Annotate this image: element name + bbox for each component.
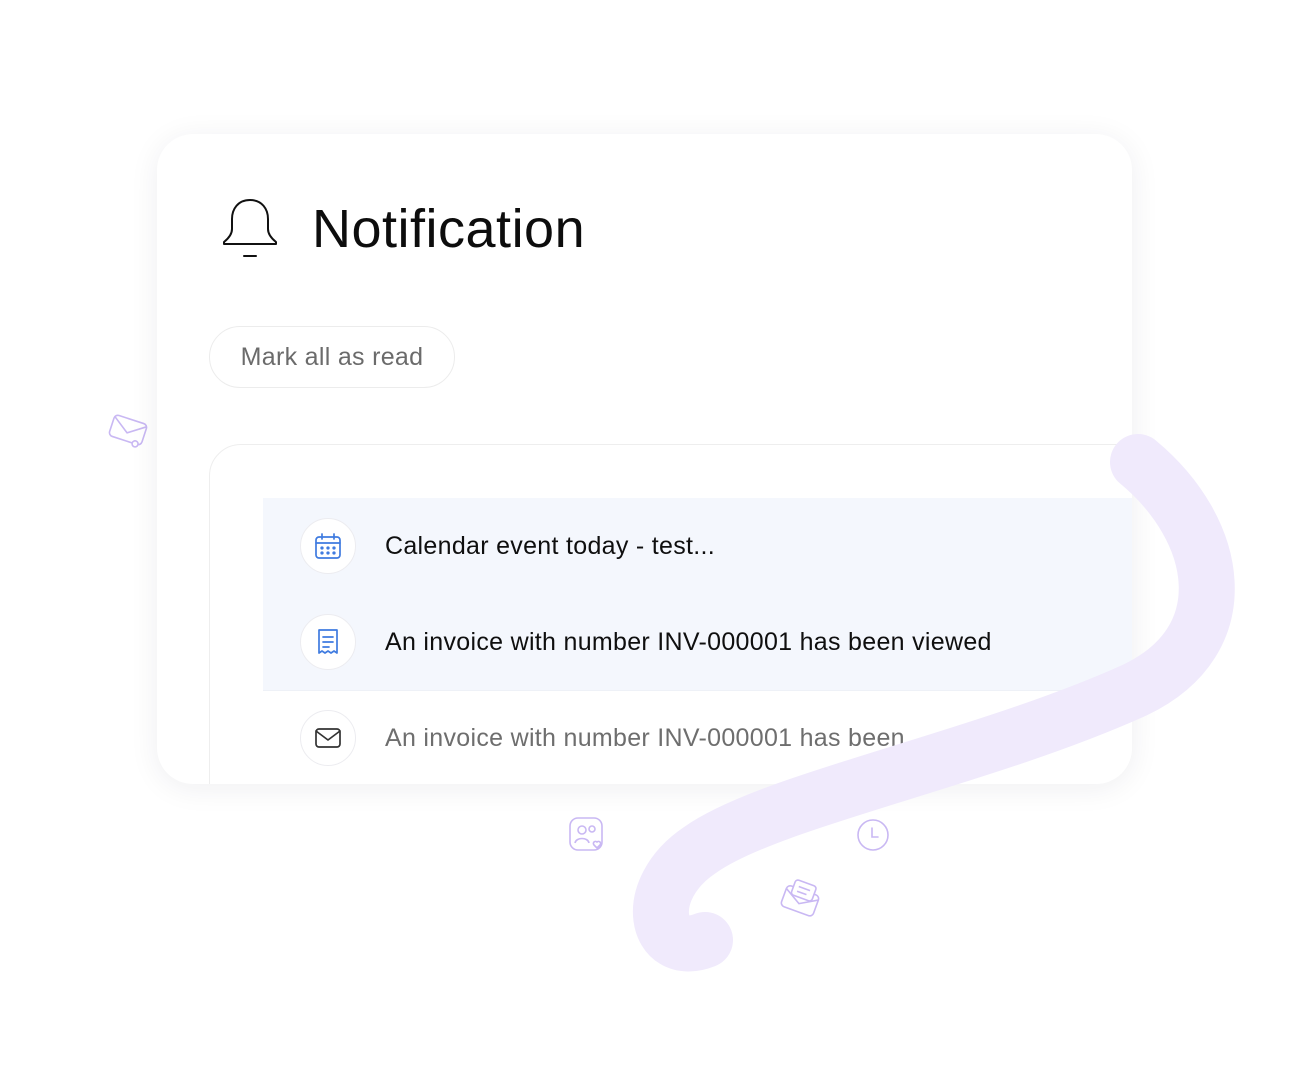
calendar-icon <box>315 533 341 559</box>
mailbox-icon <box>780 879 820 917</box>
bell-icon <box>223 199 277 257</box>
notification-icon-wrapper <box>300 710 356 766</box>
notification-text: Calendar event today - test... <box>385 531 716 560</box>
notification-panel: Notification Mark all as read Calendar e… <box>157 134 1132 784</box>
notification-icon-wrapper <box>300 518 356 574</box>
clock-icon <box>857 819 889 851</box>
envelope-icon <box>108 414 148 448</box>
notification-item-invoice-sent[interactable]: An invoice with number INV-000001 has be… <box>263 690 1132 784</box>
envelope-icon <box>315 728 341 748</box>
mark-all-read-button[interactable]: Mark all as read <box>209 326 455 388</box>
notification-text: An invoice with number INV-000001 has be… <box>385 627 992 656</box>
page-title: Notification <box>312 199 586 259</box>
notification-icon-wrapper <box>300 614 356 670</box>
notification-header: Notification <box>221 196 585 262</box>
document-icon <box>318 629 338 654</box>
contacts-icon <box>569 817 603 851</box>
notification-item-calendar[interactable]: Calendar event today - test... <box>263 498 1132 594</box>
notification-item-invoice-viewed[interactable]: An invoice with number INV-000001 has be… <box>263 594 1132 690</box>
notification-text: An invoice with number INV-000001 has be… <box>385 723 905 752</box>
